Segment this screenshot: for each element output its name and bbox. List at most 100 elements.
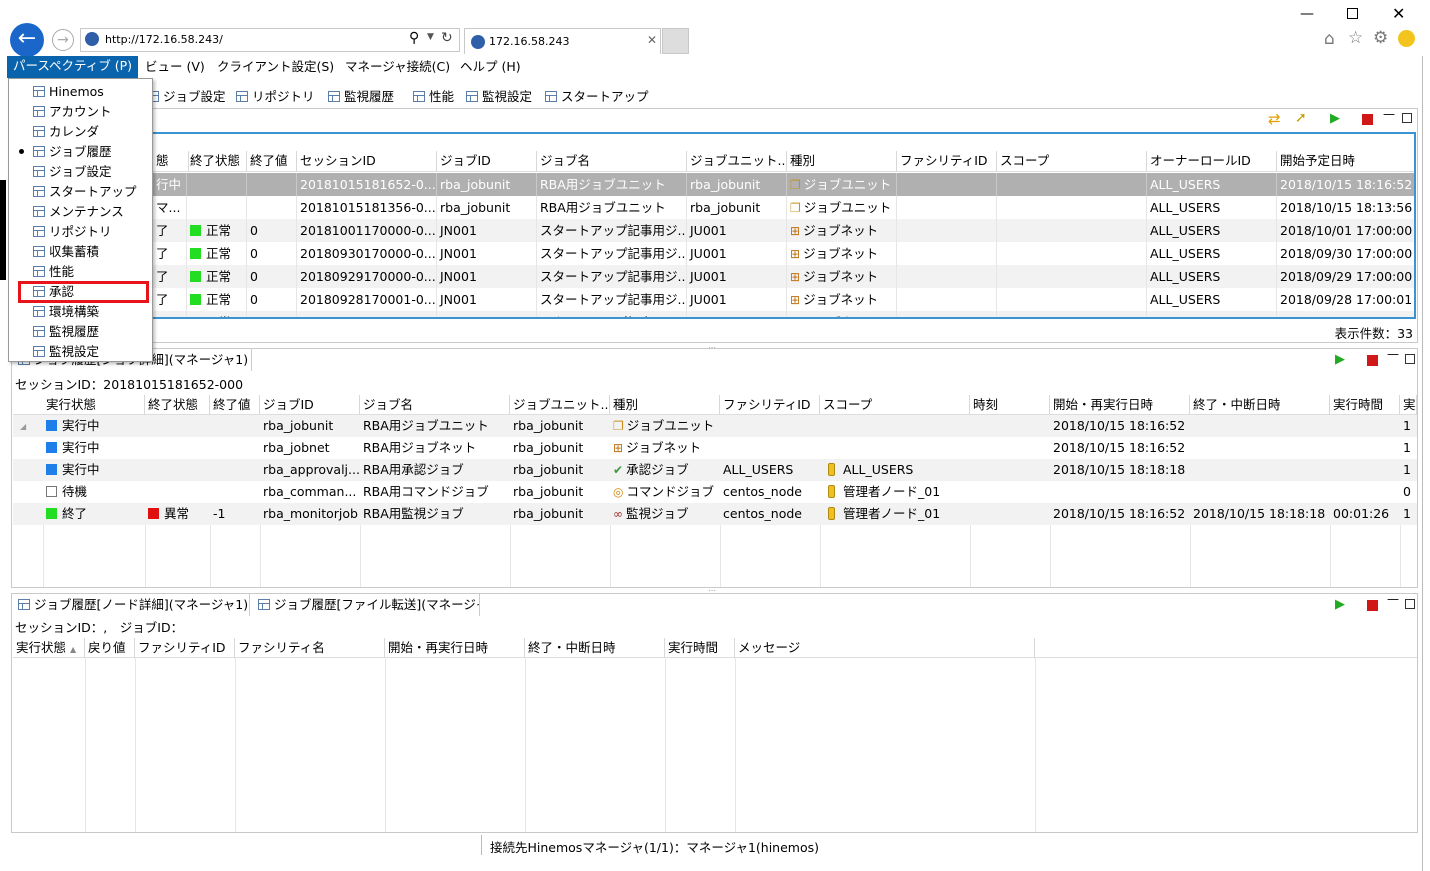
minimize-panel-icon[interactable]: — bbox=[1383, 107, 1395, 121]
perspective-menu-item[interactable]: リポジトリ bbox=[9, 222, 152, 242]
table-row[interactable]: 了 正常 0 20180930170000-0... JN001 スタートアップ記事用ジ.… bbox=[15, 242, 1414, 265]
close-tab-icon[interactable]: ✕ bbox=[647, 33, 657, 47]
toolbar-job-settings[interactable]: ジョブ設定 bbox=[147, 86, 226, 105]
col-exec-status[interactable]: 実行状態 ▲ bbox=[13, 638, 85, 658]
col-job-unit[interactable]: ジョブユニット... bbox=[687, 151, 787, 171]
refresh-icon[interactable]: ↻ bbox=[441, 30, 453, 46]
col-end-value[interactable]: 終了値 bbox=[210, 395, 260, 415]
menu-manager-connect[interactable]: マネージャ接続(C) bbox=[345, 57, 450, 77]
col-facility-id[interactable]: ファシリティID bbox=[135, 638, 235, 658]
table-row[interactable]: 待機 rba_comman... RBA用コマンドジョブ rba_jobunit ◎ コマ… bbox=[13, 481, 1417, 503]
maximize-panel-icon[interactable] bbox=[1405, 599, 1415, 609]
table-row[interactable]: 了 正常 0 20180927170000-0... JN001 スタートアップ記事用ジ.… bbox=[15, 311, 1414, 317]
toolbar-monitor-history[interactable]: 監視履歴 bbox=[328, 86, 394, 105]
col-facility-id[interactable]: ファシリティID bbox=[897, 151, 997, 171]
col-end-status[interactable]: 終了状態 bbox=[187, 151, 247, 171]
stop-icon[interactable] bbox=[1367, 600, 1378, 611]
table-row[interactable]: 了 正常 0 20180929170000-0... JN001 スタートアップ記事用ジ.… bbox=[15, 265, 1414, 288]
back-button[interactable]: ← bbox=[10, 23, 44, 57]
perspective-menu-item[interactable]: 性能 bbox=[9, 262, 152, 282]
new-tab-button[interactable] bbox=[662, 28, 689, 54]
search-icon[interactable]: ⚲ bbox=[409, 30, 419, 46]
maximize-panel-icon[interactable] bbox=[1402, 113, 1412, 123]
table-row[interactable]: マ... 20181015181356-0... rba_jobunit RBA用ジョ… bbox=[15, 196, 1414, 219]
smiley-feedback-icon[interactable] bbox=[1398, 30, 1415, 47]
table-row[interactable]: ◢ 実行中 rba_jobunit RBA用ジョブユニット rba_jobunit ❐ ジョ… bbox=[13, 415, 1417, 437]
col-status[interactable]: 態 bbox=[153, 151, 189, 171]
run-icon[interactable]: ▶ bbox=[1335, 597, 1345, 612]
settings-gear-icon[interactable]: ⚙ bbox=[1373, 28, 1388, 48]
refresh-sync-icon[interactable]: ⇄ bbox=[1268, 110, 1281, 128]
perspective-menu-item[interactable]: 承認 bbox=[9, 281, 152, 303]
file-transfer-tab[interactable]: ジョブ履歴[ファイル転送](マネージャ1) bbox=[252, 594, 480, 616]
col-start-rerun[interactable]: 開始・再実行日時 bbox=[385, 638, 525, 658]
toolbar-repository[interactable]: リポジトリ bbox=[236, 86, 315, 105]
col-exec-time[interactable]: 実行時間 bbox=[665, 638, 735, 658]
forward-button[interactable]: → bbox=[52, 29, 74, 51]
perspective-menu-item[interactable]: スタートアップ bbox=[9, 182, 152, 202]
table-row[interactable]: 行中 20181015181652-0... rba_jobunit RBA用ジョブユ… bbox=[15, 173, 1414, 196]
perspective-menu-item[interactable]: 環境構築 bbox=[9, 302, 152, 322]
col-end-value[interactable]: 終了値 bbox=[247, 151, 297, 171]
toolbar-performance[interactable]: 性能 bbox=[413, 86, 454, 105]
col-job-id[interactable]: ジョブID bbox=[260, 395, 360, 415]
col-scope[interactable]: スコープ bbox=[997, 151, 1147, 171]
col-end-interrupt[interactable]: 終了・中断日時 bbox=[525, 638, 665, 658]
perspective-menu-item[interactable]: 監視履歴 bbox=[9, 322, 152, 342]
col-type[interactable]: 種別 bbox=[787, 151, 897, 171]
menu-help[interactable]: ヘルプ (H) bbox=[460, 57, 521, 77]
col-end-interrupt[interactable]: 終了・中断日時 bbox=[1190, 395, 1330, 415]
table-row[interactable]: 実行中 rba_approvalj... RBA用承認ジョブ rba_jobunit ✔… bbox=[13, 459, 1417, 481]
run-icon[interactable]: ▶ bbox=[1335, 352, 1345, 367]
maximize-panel-icon[interactable] bbox=[1405, 354, 1415, 364]
col-job-name[interactable]: ジョブ名 bbox=[360, 395, 510, 415]
rocket-icon[interactable]: ➚ bbox=[1295, 110, 1307, 126]
node-detail-tab[interactable]: ジョブ履歴[ノード詳細](マネージャ1) ✕ bbox=[12, 594, 250, 616]
address-bar[interactable]: http://172.16.58.243/ ⚲ ▼ ↻ bbox=[80, 28, 460, 52]
close-window-icon[interactable]: ✕ bbox=[1392, 4, 1405, 23]
table-row[interactable]: 実行中 rba_jobnet RBA用ジョブネット rba_jobunit ⊞ ジョブネッ… bbox=[13, 437, 1417, 459]
table-row[interactable]: 了 正常 0 20181001170000-0... JN001 スタートアップ記事用ジ.… bbox=[15, 219, 1414, 242]
col-job-id[interactable]: ジョブID bbox=[437, 151, 537, 171]
perspective-menu-item[interactable]: 監視設定 bbox=[9, 342, 152, 362]
perspective-menu-item[interactable]: ジョブ履歴 bbox=[9, 142, 152, 162]
col-exec-time[interactable]: 実行時間 bbox=[1330, 395, 1400, 415]
menu-client-settings[interactable]: クライアント設定(S) bbox=[217, 57, 334, 77]
col-message[interactable]: メッセージ bbox=[735, 638, 1035, 658]
browser-tab[interactable]: 172.16.58.243 ✕ bbox=[464, 28, 661, 54]
menu-view[interactable]: ビュー (V) bbox=[145, 57, 205, 77]
tree-expand-icon[interactable]: ◢ bbox=[17, 415, 37, 438]
col-start-rerun[interactable]: 開始・再実行日時 bbox=[1050, 395, 1190, 415]
minimize-icon[interactable]: — bbox=[1300, 6, 1314, 22]
col-time[interactable]: 時刻 bbox=[970, 395, 1050, 415]
maximize-icon[interactable] bbox=[1347, 8, 1358, 19]
col-exec-status[interactable]: 実行状態 bbox=[43, 395, 145, 415]
minimize-panel-icon[interactable]: — bbox=[1387, 347, 1399, 361]
favorites-star-icon[interactable]: ☆ bbox=[1348, 28, 1363, 48]
col-start-scheduled[interactable]: 開始予定日時 bbox=[1277, 151, 1414, 171]
col-facility-name[interactable]: ファシリティ名 bbox=[235, 638, 385, 658]
dropdown-arrow-icon[interactable]: ▼ bbox=[427, 32, 434, 42]
col-job-name[interactable]: ジョブ名 bbox=[537, 151, 687, 171]
perspective-menu-item[interactable]: カレンダ bbox=[9, 122, 152, 142]
col-session-id[interactable]: セッションID bbox=[297, 151, 437, 171]
col-facility-id[interactable]: ファシリティID bbox=[720, 395, 820, 415]
col-job-unit[interactable]: ジョブユニット... bbox=[510, 395, 610, 415]
run-icon[interactable]: ▶ bbox=[1330, 111, 1340, 126]
col-exec-count[interactable]: 実 bbox=[1400, 395, 1417, 415]
stop-icon[interactable] bbox=[1367, 355, 1378, 366]
home-icon[interactable]: ⌂ bbox=[1324, 29, 1335, 49]
table-row[interactable]: 了 正常 0 20180928170001-0... JN001 スタートアップ記事用ジ.… bbox=[15, 288, 1414, 311]
col-type[interactable]: 種別 bbox=[610, 395, 720, 415]
perspective-menu-item[interactable]: ジョブ設定 bbox=[9, 162, 152, 182]
toolbar-monitor-settings[interactable]: 監視設定 bbox=[466, 86, 532, 105]
col-scope[interactable]: スコープ bbox=[820, 395, 970, 415]
perspective-menu-item[interactable]: 収集蓄積 bbox=[9, 242, 152, 262]
menu-perspective[interactable]: パースペクティブ (P) bbox=[7, 56, 139, 78]
table-row[interactable]: 終了 異常 -1 rba_monitorjob RBA用監視ジョブ rba_jobunit… bbox=[13, 503, 1417, 525]
minimize-panel-icon[interactable]: — bbox=[1387, 592, 1399, 606]
perspective-menu-item[interactable]: メンテナンス bbox=[9, 202, 152, 222]
perspective-menu-item[interactable]: アカウント bbox=[9, 102, 152, 122]
stop-icon[interactable] bbox=[1362, 114, 1373, 125]
col-end-status[interactable]: 終了状態 bbox=[145, 395, 210, 415]
